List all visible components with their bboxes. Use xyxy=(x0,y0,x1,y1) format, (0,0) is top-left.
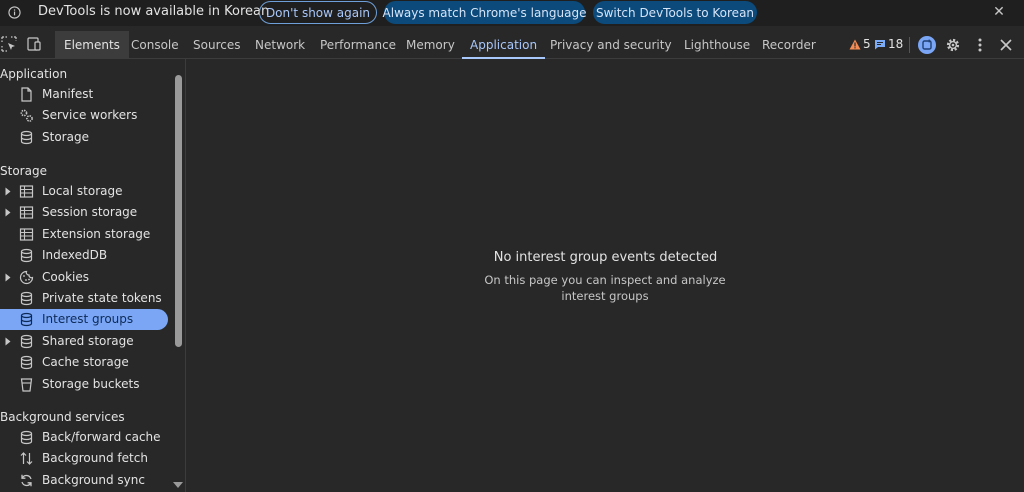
up-down-arrows-icon xyxy=(20,452,33,466)
sidebar-item-back-forward-cache[interactable]: Back/forward cache xyxy=(0,427,168,448)
sidebar-item-label: Private state tokens xyxy=(42,291,162,305)
sidebar-item-label: Local storage xyxy=(42,184,123,198)
sidebar-item-label: Back/forward cache xyxy=(42,430,161,444)
more-options-icon[interactable] xyxy=(971,36,989,54)
interest-groups-panel: No interest group events detected On thi… xyxy=(187,59,1024,492)
sidebar-item-local-storage[interactable]: Local storage xyxy=(0,181,168,202)
message-icon xyxy=(875,39,885,49)
inspect-element-icon[interactable] xyxy=(1,36,17,52)
sidebar-item-label: Background fetch xyxy=(42,451,148,466)
expand-arrow-icon[interactable] xyxy=(5,187,11,196)
sidebar-item-extension-storage[interactable]: Extension storage xyxy=(0,224,168,245)
sidebar-section-title: Storage xyxy=(0,164,47,178)
expand-arrow-icon[interactable] xyxy=(5,337,11,346)
devtools-tabstrip: Elements Console Sources Network Perform… xyxy=(0,31,1024,59)
database-icon xyxy=(20,313,33,327)
sidebar-section-title: Background services xyxy=(0,410,125,424)
sidebar-item-private-state-tokens[interactable]: Private state tokens xyxy=(0,288,168,309)
sidebar-item-label: IndexedDB xyxy=(42,248,108,263)
sidebar-item-label: Cookies xyxy=(42,269,89,284)
warning-icon xyxy=(849,39,861,49)
expand-arrow-icon[interactable] xyxy=(5,208,11,217)
database-icon xyxy=(20,249,33,263)
sidebar-item-label: Service workers xyxy=(42,108,138,123)
sidebar-item-background-fetch[interactable]: Background fetch xyxy=(0,448,168,469)
tab-console[interactable]: Console xyxy=(131,31,179,59)
empty-state-description: On this page you can inspect and analyze… xyxy=(484,273,726,303)
document-icon xyxy=(21,87,32,102)
switch-to-korean-button[interactable]: Switch DevTools to Korean xyxy=(593,1,757,24)
cookie-icon xyxy=(19,270,34,284)
sidebar-item-session-storage[interactable]: Session storage xyxy=(0,202,168,223)
info-icon xyxy=(8,6,21,19)
sidebar-item-storage-buckets[interactable]: Storage buckets xyxy=(0,374,168,395)
sidebar-item-label: Manifest xyxy=(42,87,94,101)
sidebar-item-indexeddb[interactable]: IndexedDB xyxy=(0,245,168,266)
database-icon xyxy=(20,430,33,445)
tab-sources[interactable]: Sources xyxy=(193,31,240,59)
sidebar-item-label: Session storage xyxy=(42,205,138,220)
sidebar-item-storage[interactable]: Storage xyxy=(0,127,168,148)
sidebar-item-background-sync[interactable]: Background sync xyxy=(0,470,168,491)
infobar-message: DevTools is now available in Korean xyxy=(38,4,270,19)
tab-privacy-and-security[interactable]: Privacy and security xyxy=(550,31,672,59)
close-devtools-icon[interactable] xyxy=(997,36,1015,54)
sidebar-item-manifest[interactable]: Manifest xyxy=(0,84,168,105)
table-icon xyxy=(19,206,34,219)
sidebar-section-title: Application xyxy=(0,67,68,81)
empty-state-title: No interest group events detected xyxy=(493,250,718,265)
sync-icon xyxy=(21,474,32,486)
sidebar-item-shared-storage[interactable]: Shared storage xyxy=(0,331,168,352)
tab-application[interactable]: Application xyxy=(461,31,546,59)
table-icon xyxy=(19,185,34,198)
sidebar-item-service-workers[interactable]: Service workers xyxy=(0,105,168,126)
device-toolbar-icon[interactable] xyxy=(26,36,42,52)
warnings-count: 5 xyxy=(863,37,871,51)
ai-assistance-icon[interactable] xyxy=(918,36,936,54)
scrollbar-thumb[interactable] xyxy=(175,75,182,347)
messages-counter[interactable]: 18 xyxy=(874,37,903,51)
sidebar-item-label: Extension storage xyxy=(42,226,151,241)
sidebar-scrollbar[interactable] xyxy=(172,59,183,492)
sidebar-item-cache-storage[interactable]: Cache storage xyxy=(0,352,168,373)
messages-count: 18 xyxy=(888,37,904,51)
sidebar-item-label: Background sync xyxy=(42,472,145,487)
always-match-language-button[interactable]: Always match Chrome's language xyxy=(383,1,586,24)
warnings-counter[interactable]: 5 xyxy=(849,37,871,51)
sidebar-item-cookies[interactable]: Cookies xyxy=(0,267,168,288)
database-icon xyxy=(20,130,33,144)
bucket-icon xyxy=(20,377,33,392)
sidebar-item-label: Interest groups xyxy=(42,312,134,327)
sidebar-item-label: Shared storage xyxy=(42,333,134,348)
expand-arrow-icon[interactable] xyxy=(5,273,11,282)
table-icon xyxy=(19,228,34,241)
sidebar-item-interest-groups[interactable]: Interest groups xyxy=(0,309,168,331)
tab-memory[interactable]: Memory xyxy=(406,31,455,59)
settings-gear-icon[interactable] xyxy=(944,36,962,54)
tab-recorder[interactable]: Recorder xyxy=(762,31,816,59)
language-infobar: DevTools is now available in Korean Don'… xyxy=(0,0,1024,26)
database-icon xyxy=(20,291,33,306)
sidebar-item-label: Cache storage xyxy=(42,355,129,370)
toolbar-divider xyxy=(909,37,910,53)
tab-lighthouse[interactable]: Lighthouse xyxy=(684,31,750,59)
application-sidebar: Application Manifest Service workers Storag… xyxy=(0,59,186,492)
tab-network[interactable]: Network xyxy=(255,31,305,59)
infobar-close-icon[interactable]: ✕ xyxy=(992,4,1006,20)
tab-elements[interactable]: Elements xyxy=(55,31,129,59)
database-icon xyxy=(20,356,33,370)
dont-show-again-button[interactable]: Don't show again xyxy=(259,1,377,24)
database-icon xyxy=(20,334,33,348)
sidebar-item-label: Storage buckets xyxy=(42,376,140,391)
tab-performance[interactable]: Performance xyxy=(320,31,396,59)
sidebar-item-label: Storage xyxy=(42,129,89,144)
scroll-down-arrow-icon[interactable] xyxy=(173,481,183,489)
gears-icon xyxy=(20,109,33,123)
